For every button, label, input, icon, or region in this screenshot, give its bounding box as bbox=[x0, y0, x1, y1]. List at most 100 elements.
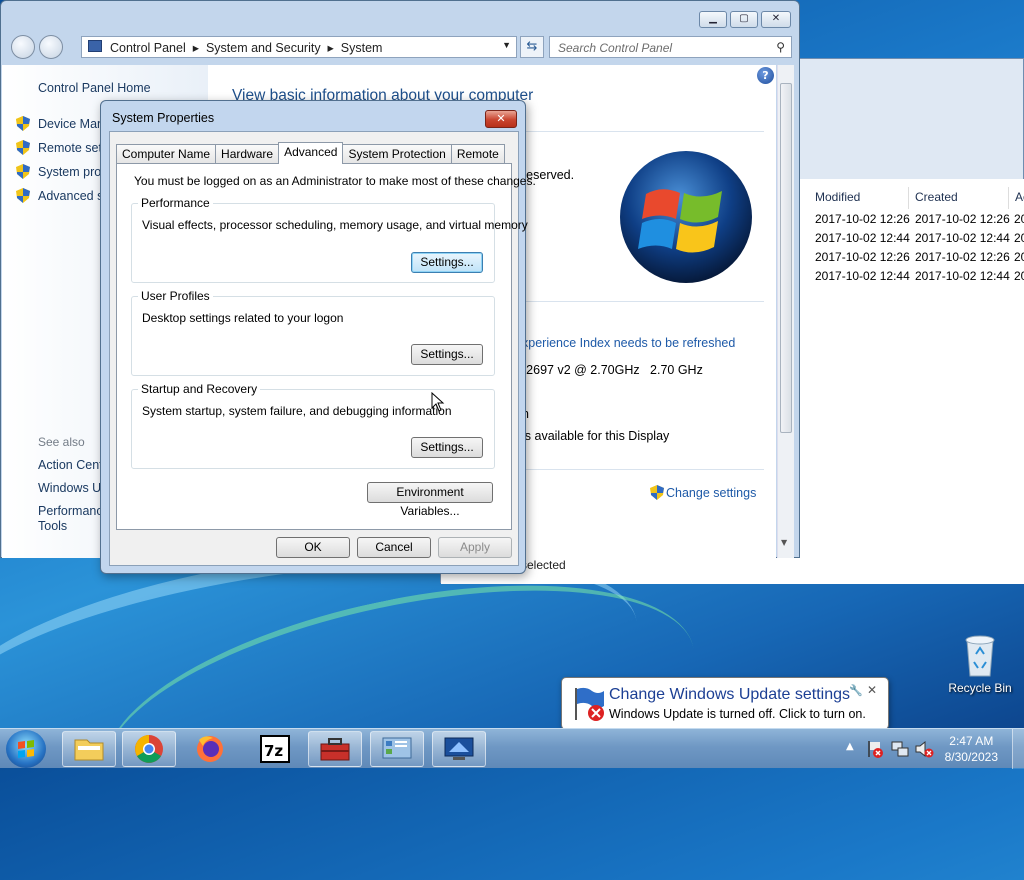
recycle-bin-icon bbox=[965, 635, 995, 677]
pen-touch-value: is available for this Display bbox=[522, 429, 670, 443]
clock-date: 8/30/2023 bbox=[944, 750, 998, 764]
system-icon bbox=[444, 737, 474, 760]
dialog-body: Computer Name Hardware Advanced System P… bbox=[109, 131, 536, 566]
network-icon[interactable] bbox=[890, 739, 910, 759]
see-also-label: See also bbox=[38, 435, 85, 449]
show-desktop-button[interactable] bbox=[1012, 729, 1024, 769]
taskbar-chrome[interactable] bbox=[122, 731, 176, 767]
advanced-system-link[interactable]: Advanced sy bbox=[38, 189, 110, 203]
breadcrumb-system[interactable]: System bbox=[341, 41, 383, 55]
row3-modified: 2017-10-02 12:26 bbox=[815, 250, 910, 264]
forward-button[interactable] bbox=[39, 35, 63, 59]
taskbar-control-panel[interactable] bbox=[370, 731, 424, 767]
environment-variables-button[interactable]: Environment Variables... bbox=[367, 482, 493, 518]
close-button[interactable]: ✕ bbox=[761, 11, 791, 28]
windows-update-balloon[interactable]: Change Windows Update settings Windows U… bbox=[561, 677, 889, 730]
back-button[interactable] bbox=[11, 35, 35, 59]
system-properties-dialog[interactable]: System Properties ✕ Computer Name Hardwa… bbox=[100, 100, 536, 574]
recycle-bin-label: Recycle Bin bbox=[948, 681, 1012, 695]
ok-button[interactable]: OK bbox=[276, 537, 350, 558]
shield-icon bbox=[650, 485, 664, 500]
user-profiles-label: User Profiles bbox=[138, 289, 213, 303]
volume-muted-icon[interactable] bbox=[914, 739, 934, 759]
row4-created: 2017-10-02 12:44 bbox=[915, 269, 1010, 283]
taskbar-system[interactable] bbox=[432, 731, 486, 767]
breadcrumb-control-panel[interactable]: Control Panel bbox=[110, 41, 186, 55]
system-clock[interactable]: 2:47 AM 8/30/2023 bbox=[945, 733, 998, 765]
taskbar-firefox[interactable] bbox=[182, 731, 236, 767]
row1-modified: 2017-10-02 12:26 bbox=[815, 212, 910, 226]
column-modified[interactable]: Modified bbox=[809, 187, 909, 209]
refresh-icon[interactable]: ⇆ bbox=[520, 36, 544, 58]
maximize-button[interactable]: ▢ bbox=[730, 11, 758, 28]
column-accessed[interactable]: Ac bbox=[1009, 187, 1024, 209]
scrollbar-thumb[interactable] bbox=[780, 83, 792, 433]
performance-link[interactable]: Performanc bbox=[38, 504, 103, 518]
clock-time: 2:47 AM bbox=[949, 734, 994, 748]
cancel-button[interactable]: Cancel bbox=[357, 537, 431, 558]
system-protection-link[interactable]: System prot bbox=[38, 165, 105, 179]
row4-modified: 2017-10-02 12:44 bbox=[815, 269, 910, 283]
vertical-scrollbar[interactable]: ▼ bbox=[777, 65, 794, 558]
performance-settings-button[interactable]: Settings... bbox=[411, 252, 483, 273]
remote-settings-link[interactable]: Remote sett bbox=[38, 141, 105, 155]
row3-created: 2017-10-02 12:26 bbox=[915, 250, 1010, 264]
column-created[interactable]: Created bbox=[909, 187, 1009, 209]
tab-remote[interactable]: Remote bbox=[450, 144, 505, 164]
windows-logo-icon bbox=[620, 151, 752, 283]
user-profiles-settings-button[interactable]: Settings... bbox=[411, 344, 483, 365]
start-button[interactable] bbox=[6, 730, 46, 768]
minimize-button[interactable]: ▁ bbox=[699, 11, 727, 28]
dialog-close-button[interactable]: ✕ bbox=[485, 110, 517, 128]
computer-icon bbox=[88, 40, 102, 52]
balloon-title[interactable]: Change Windows Update settings bbox=[609, 686, 850, 704]
apply-button[interactable]: Apply bbox=[438, 537, 512, 558]
balloon-close-icon[interactable]: ✕ bbox=[867, 683, 877, 697]
taskbar-explorer[interactable] bbox=[62, 731, 116, 767]
dialog-title: System Properties bbox=[112, 111, 215, 125]
wrench-icon[interactable]: 🔧 bbox=[849, 684, 863, 697]
toolbox-icon bbox=[320, 738, 350, 761]
balloon-text[interactable]: Windows Update is turned off. Click to t… bbox=[609, 707, 866, 721]
startup-recovery-settings-button[interactable]: Settings... bbox=[411, 437, 483, 458]
row4-accessed: 20 bbox=[1014, 269, 1024, 283]
search-input[interactable]: Search Control Panel ⚲ bbox=[549, 36, 792, 58]
action-center-tray-icon[interactable] bbox=[866, 739, 884, 759]
address-bar[interactable]: Control Panel ▸ System and Security ▸ Sy… bbox=[81, 36, 517, 58]
startup-recovery-desc: System startup, system failure, and debu… bbox=[142, 404, 452, 418]
breadcrumb-system-security[interactable]: System and Security bbox=[206, 41, 321, 55]
tab-computer-name[interactable]: Computer Name bbox=[116, 144, 217, 164]
control-panel-home-link[interactable]: Control Panel Home bbox=[38, 81, 151, 95]
admin-note: You must be logged on as an Administrato… bbox=[134, 174, 536, 188]
taskbar-7zip[interactable]: 7z bbox=[248, 731, 302, 767]
help-icon[interactable]: ? bbox=[757, 67, 774, 84]
performance-tools-link[interactable]: Tools bbox=[38, 519, 67, 533]
status-selected: selected bbox=[521, 558, 566, 572]
windows-update-link[interactable]: Windows Up bbox=[38, 481, 108, 495]
startup-recovery-label: Startup and Recovery bbox=[138, 382, 261, 396]
action-center-link[interactable]: Action Cent bbox=[38, 458, 103, 472]
show-hidden-icons[interactable]: ▲ bbox=[846, 741, 854, 752]
tab-strip: Computer Name Hardware Advanced System P… bbox=[116, 142, 505, 164]
shield-icon bbox=[16, 188, 30, 203]
recycle-bin-shortcut[interactable]: Recycle Bin bbox=[944, 632, 1016, 695]
tab-hardware[interactable]: Hardware bbox=[215, 144, 280, 164]
7zip-icon: 7z bbox=[260, 735, 290, 763]
chrome-icon bbox=[135, 735, 163, 763]
search-icon[interactable]: ⚲ bbox=[776, 40, 785, 54]
taskbar-toolbox[interactable] bbox=[308, 731, 362, 767]
change-settings-link[interactable]: Change settings bbox=[666, 486, 756, 500]
tab-advanced[interactable]: Advanced bbox=[278, 142, 344, 164]
svg-text:7z: 7z bbox=[264, 742, 283, 760]
tab-system-protection[interactable]: System Protection bbox=[342, 144, 452, 164]
row2-created: 2017-10-02 12:44 bbox=[915, 231, 1010, 245]
control-panel-icon bbox=[382, 737, 412, 759]
experience-index-link[interactable]: xperience Index needs to be refreshed bbox=[522, 336, 735, 350]
processor-value: -2697 v2 @ 2.70GHz 2.70 GHz bbox=[522, 363, 703, 377]
dropdown-icon[interactable]: ▼ bbox=[502, 40, 511, 50]
windows-flag-icon bbox=[18, 740, 34, 758]
mouse-cursor-icon bbox=[431, 392, 445, 412]
search-placeholder: Search Control Panel bbox=[558, 41, 673, 55]
user-profiles-desc: Desktop settings related to your logon bbox=[142, 311, 344, 325]
scroll-down-icon[interactable]: ▼ bbox=[781, 538, 787, 547]
